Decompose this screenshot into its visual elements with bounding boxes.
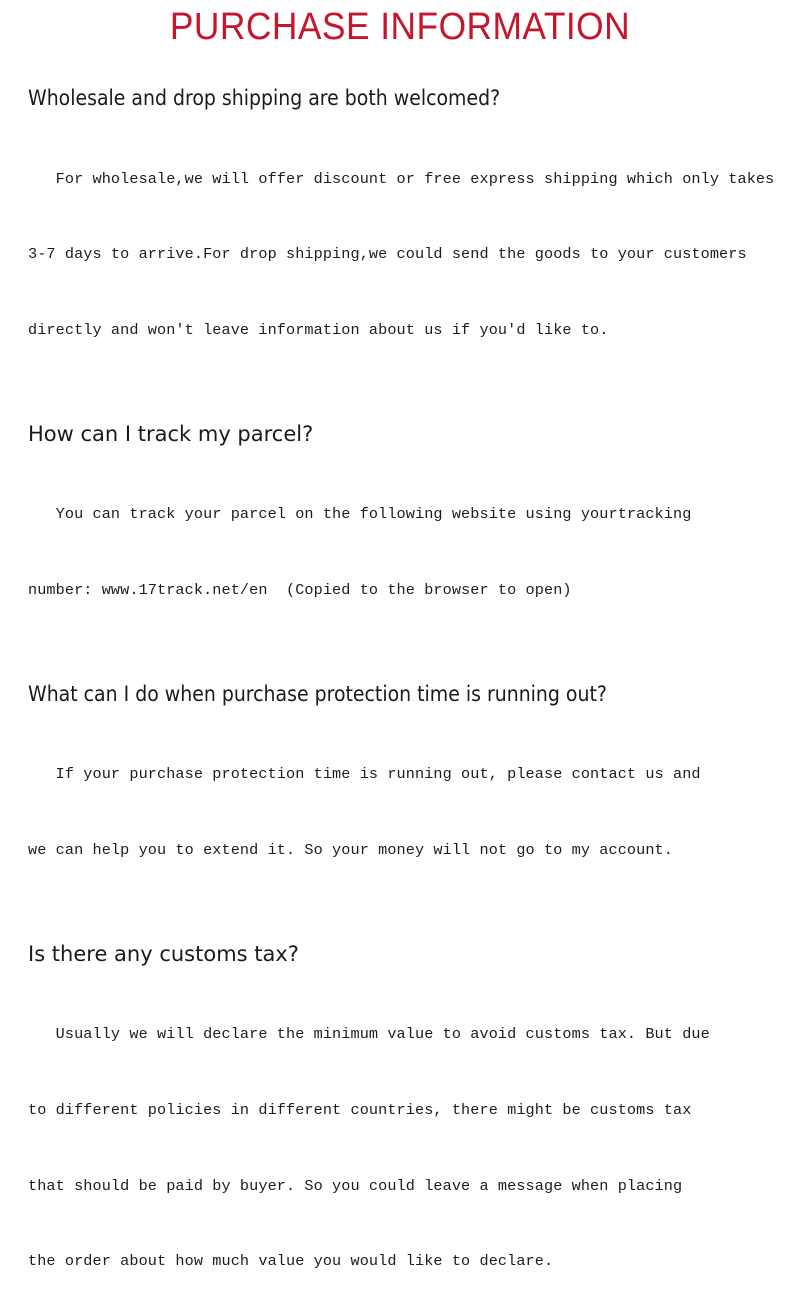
body-line: we can help you to extend it. So your mo…	[28, 841, 673, 860]
body-line: directly and won't leave information abo…	[28, 321, 609, 340]
faq-body-purchase-protection: If your purchase protection time is runn…	[28, 712, 786, 914]
body-line: the order about how much value you would…	[28, 1252, 554, 1271]
body-line: If your purchase protection time is runn…	[28, 765, 701, 784]
faq-body-customs-tax: Usually we will declare the minimum valu…	[28, 972, 786, 1314]
purchase-information-page: PURCHASE INFORMATION Wholesale and drop …	[0, 0, 800, 1270]
body-line: Usually we will declare the minimum valu…	[28, 1025, 710, 1044]
page-title: PURCHASE INFORMATION	[169, 6, 631, 48]
body-line-tracking-url: number: www.17track.net/en (Copied to th…	[28, 581, 572, 600]
faq-section-tracking: How can I track my parcel? You can track…	[0, 422, 800, 654]
faq-section-list: Wholesale and drop shipping are both wel…	[0, 86, 800, 1314]
body-line: to different policies in different count…	[28, 1101, 692, 1120]
faq-section-wholesale: Wholesale and drop shipping are both wel…	[0, 86, 800, 394]
faq-section-purchase-protection: What can I do when purchase protection t…	[0, 682, 800, 914]
faq-heading-tracking: How can I track my parcel?	[28, 421, 314, 446]
faq-body-tracking: You can track your parcel on the followi…	[28, 452, 786, 654]
faq-section-customs-tax: Is there any customs tax? Usually we wil…	[0, 942, 800, 1314]
faq-heading-customs-tax: Is there any customs tax?	[28, 941, 299, 966]
body-line: For wholesale,we will offer discount or …	[28, 169, 775, 188]
faq-heading-purchase-protection: What can I do when purchase protection t…	[28, 681, 607, 706]
faq-heading-wholesale: Wholesale and drop shipping are both wel…	[28, 86, 501, 110]
faq-body-wholesale: For wholesale,we will offer discount or …	[28, 116, 786, 394]
body-line: that should be paid by buyer. So you cou…	[28, 1176, 683, 1195]
body-line: You can track your parcel on the followi…	[28, 505, 692, 524]
body-line: 3-7 days to arrive.For drop shipping,we …	[28, 245, 747, 264]
